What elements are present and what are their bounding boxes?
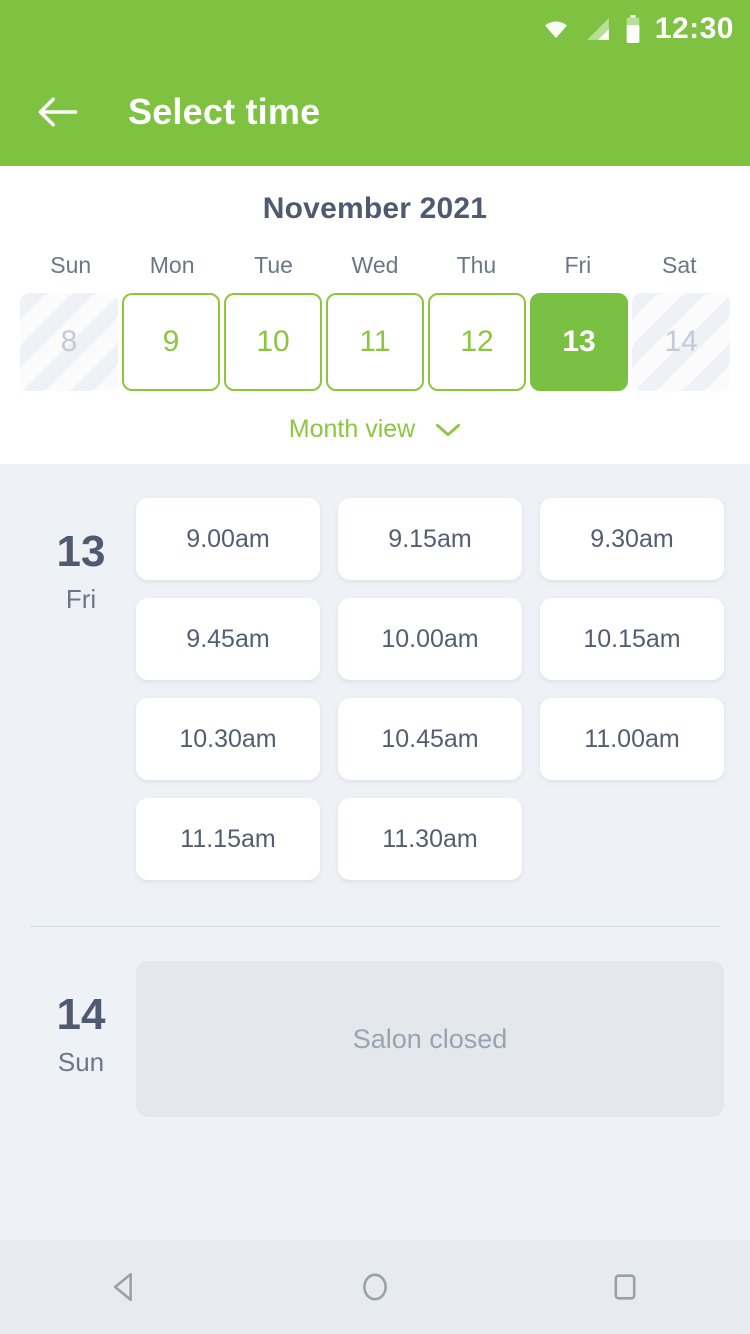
schedule-day-label: 13 Fri [26, 498, 136, 880]
calendar-month-title: November 2021 [262, 192, 488, 225]
status-bar-clock: 12:30 [654, 12, 734, 45]
android-nav-bar [0, 1240, 750, 1334]
calendar-day-cell-selected[interactable]: 13 [530, 293, 628, 391]
cellular-signal-icon [585, 16, 611, 42]
arrow-left-icon [38, 97, 78, 127]
time-slot-grid: 9.00am 9.15am 9.30am 9.45am 10.00am 10.1… [136, 498, 724, 880]
weekday-header: Mon [149, 252, 195, 278]
schedule-day-number: 14 [56, 990, 106, 1039]
calendar-day-row: 8 9 10 11 12 13 14 [0, 293, 750, 391]
month-view-label: Month view [288, 415, 416, 443]
calendar-day-cell: 14 [632, 293, 730, 391]
chevron-down-icon [436, 423, 461, 436]
salon-closed-banner: Salon closed [136, 961, 724, 1117]
time-slot[interactable]: 10.30am [136, 698, 320, 780]
time-slot[interactable]: 9.45am [136, 598, 320, 680]
app-bar: Select time [0, 58, 750, 166]
schedule-day-label: 14 Sun [26, 961, 136, 1117]
weekday-header: Wed [351, 252, 399, 278]
calendar-weekday-header-row: Sun Mon Tue Wed Thu Fri Sat [0, 252, 750, 279]
weekday-header: Tue [254, 252, 293, 278]
wifi-icon [541, 17, 571, 41]
month-view-toggle[interactable]: Month view [0, 415, 750, 444]
status-bar: 12:30 [0, 0, 750, 58]
schedule-day-name: Fri [65, 584, 97, 614]
back-button[interactable] [34, 88, 82, 136]
weekday-header: Sat [662, 252, 697, 278]
schedule-day-number: 13 [56, 527, 106, 576]
time-slot[interactable]: 10.15am [540, 598, 724, 680]
weekday-header: Fri [564, 252, 592, 278]
weekday-header: Thu [456, 252, 497, 278]
calendar-day-cell[interactable]: 11 [326, 293, 424, 391]
circle-home-icon [363, 1273, 387, 1301]
schedule-day-name: Sun [57, 1047, 105, 1077]
schedule-list: 13 Fri 9.00am 9.15am 9.30am 9.45am 10.00… [0, 464, 750, 1240]
time-slot[interactable]: 9.15am [338, 498, 522, 580]
battery-icon [625, 15, 641, 43]
time-slot[interactable]: 11.30am [338, 798, 522, 880]
calendar-day-cell: 8 [20, 293, 118, 391]
time-slot[interactable]: 11.15am [136, 798, 320, 880]
calendar-widget: November 2021 Sun Mon Tue Wed Thu Fri Sa… [0, 166, 750, 464]
weekday-header: Sun [50, 252, 92, 278]
nav-home-button[interactable] [320, 1240, 430, 1334]
time-slot[interactable]: 10.45am [338, 698, 522, 780]
phone-screen: 12:30 Select time November 2021 Sun Mon … [0, 0, 750, 1334]
time-slot[interactable]: 9.00am [136, 498, 320, 580]
square-recents-icon [614, 1274, 636, 1300]
calendar-day-cell[interactable]: 9 [122, 293, 220, 391]
nav-recents-button[interactable] [570, 1240, 680, 1334]
schedule-day-14: 14 Sun Salon closed [0, 927, 750, 1117]
time-slot[interactable]: 9.30am [540, 498, 724, 580]
calendar-day-cell[interactable]: 10 [224, 293, 322, 391]
time-slot[interactable]: 11.00am [540, 698, 724, 780]
nav-back-button[interactable] [70, 1240, 180, 1334]
page-title: Select time [128, 91, 321, 132]
calendar-day-cell[interactable]: 12 [428, 293, 526, 391]
schedule-day-13: 13 Fri 9.00am 9.15am 9.30am 9.45am 10.00… [0, 464, 750, 880]
triangle-back-icon [113, 1272, 132, 1302]
time-slot[interactable]: 10.00am [338, 598, 522, 680]
